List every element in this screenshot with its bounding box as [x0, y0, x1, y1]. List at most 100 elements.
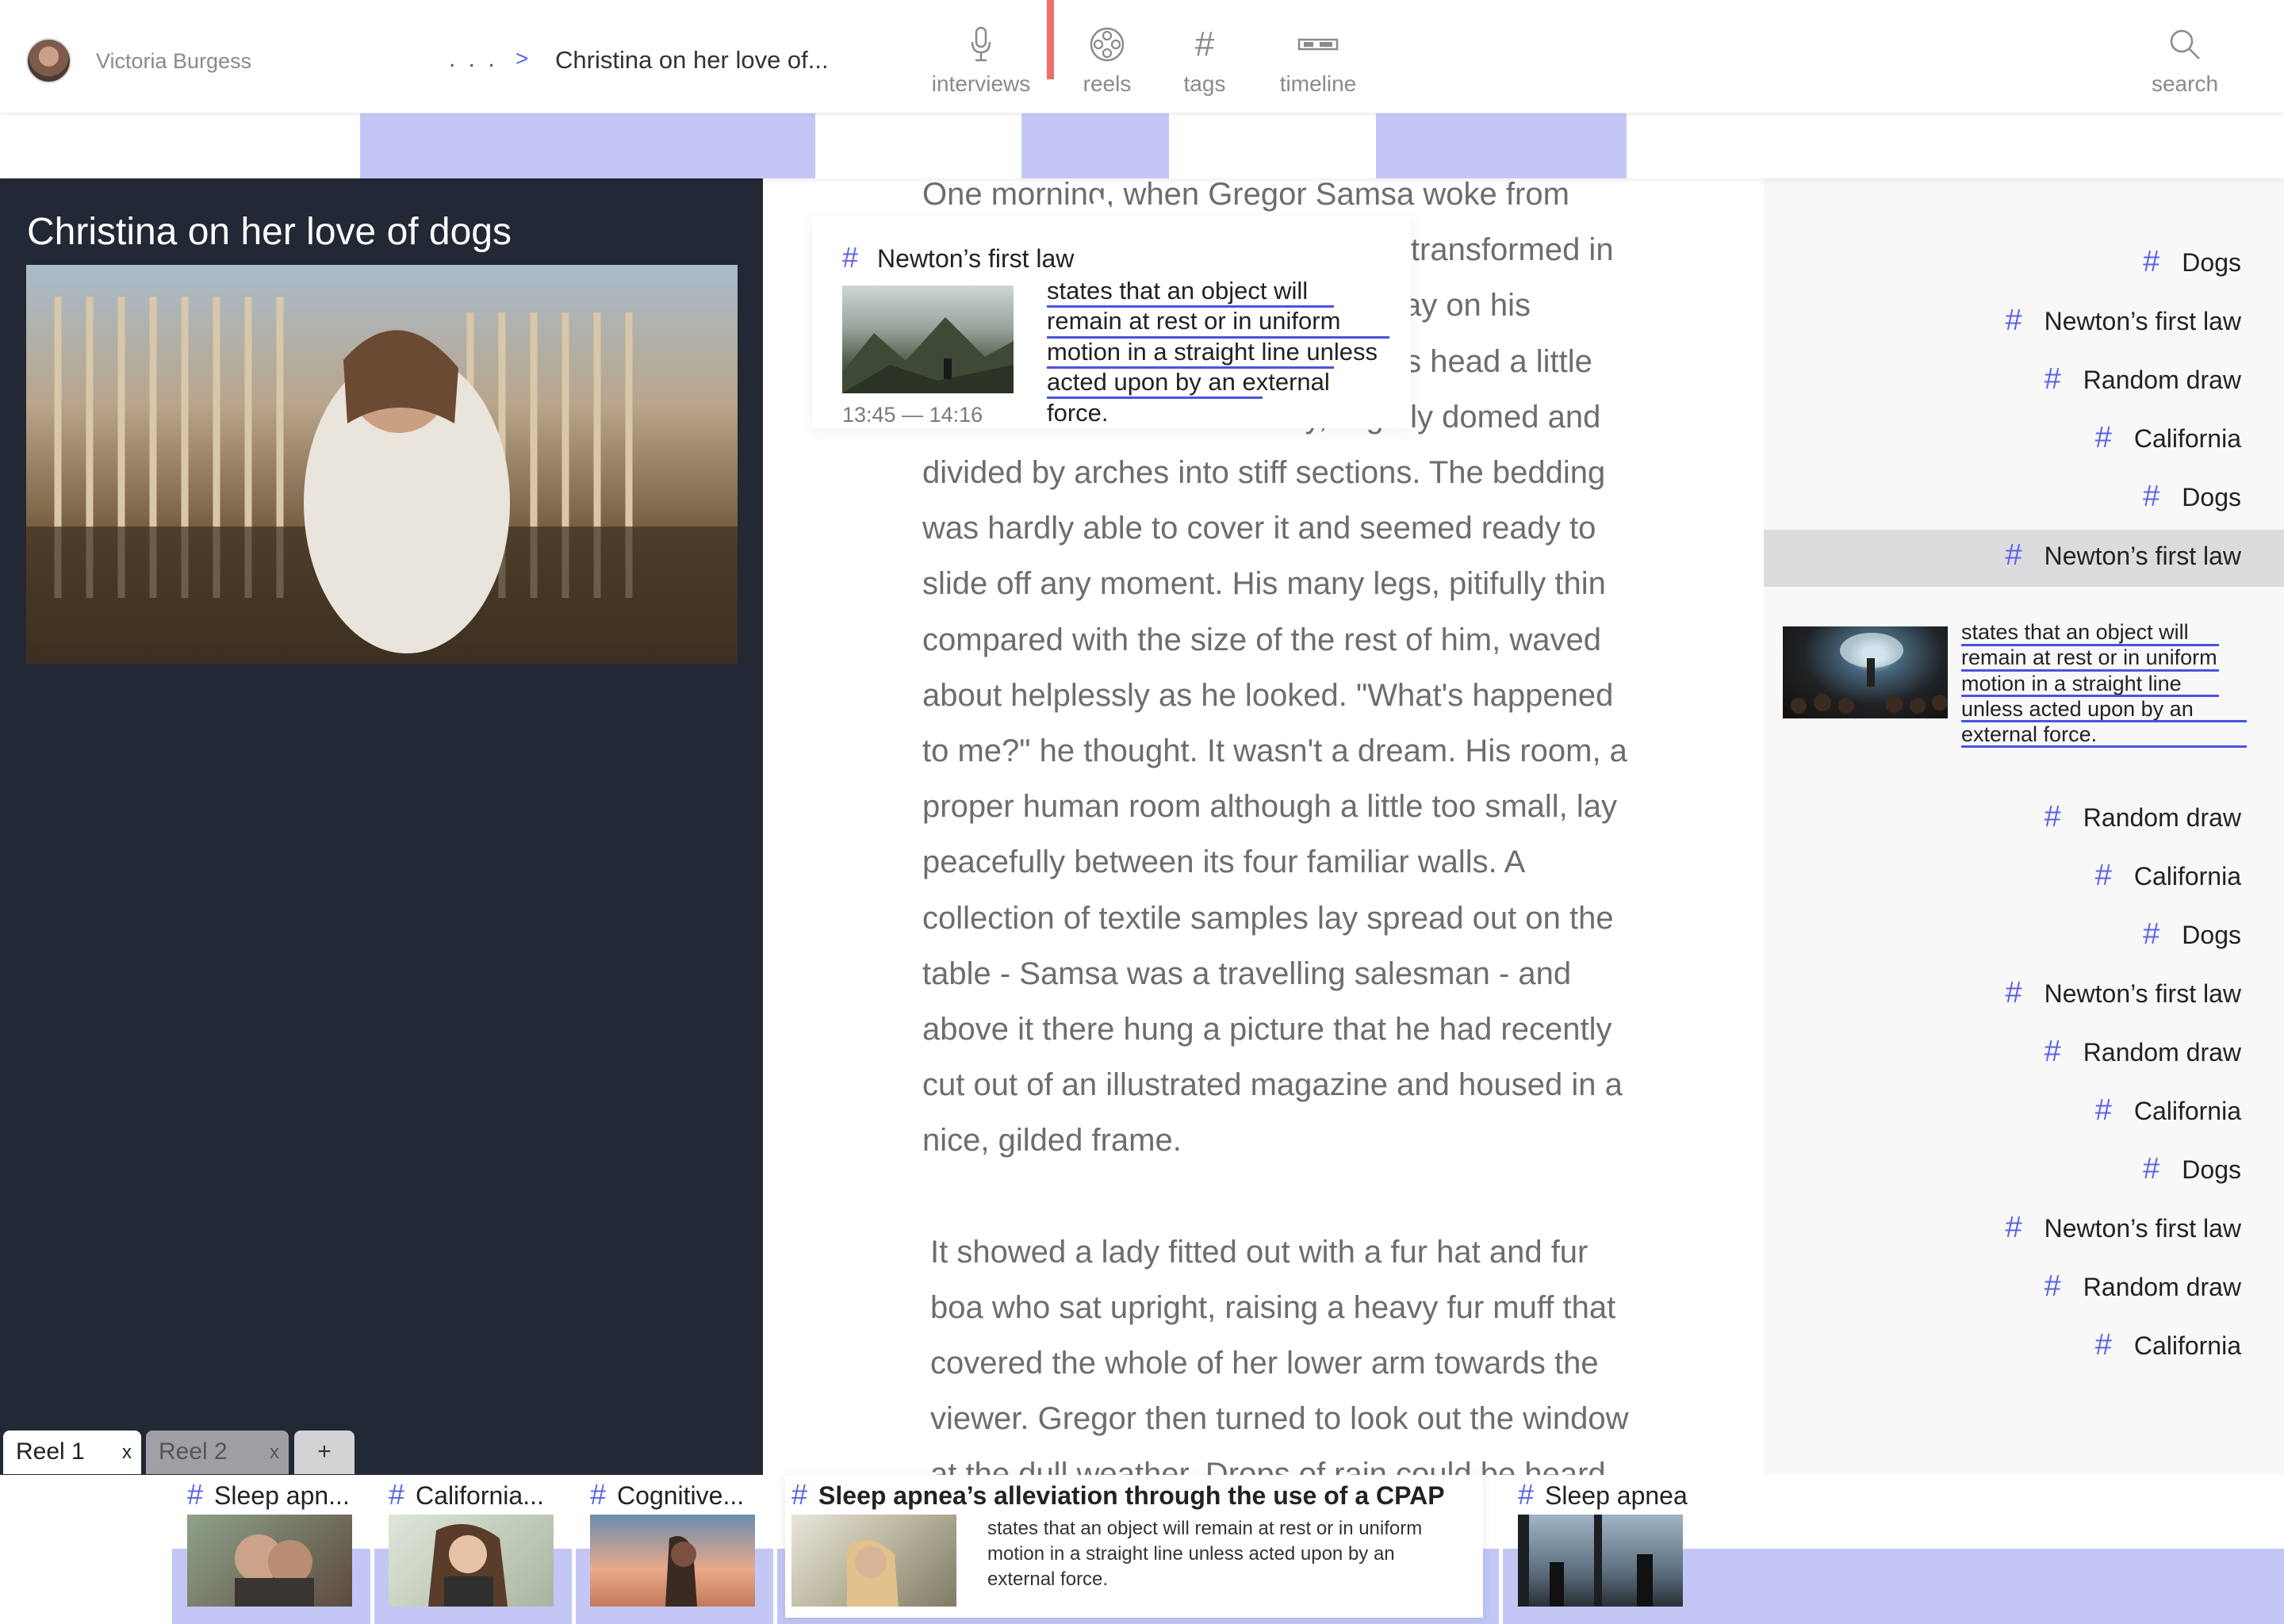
tag-item[interactable]: # California [2095, 1328, 2241, 1362]
tag-item[interactable]: # California [2095, 1094, 2241, 1128]
nav-timeline[interactable]: timeline [1270, 22, 1366, 97]
highlight-underline [1047, 396, 1263, 399]
tag-clip-quote: states that an object will remain at res… [1961, 620, 2217, 747]
highlight-underline [1047, 336, 1389, 339]
search-button[interactable]: search [2141, 22, 2228, 97]
highlight-underline [1047, 366, 1334, 369]
clip-timeline-strip[interactable] [0, 113, 2284, 178]
tag-item[interactable]: # Random draw [2044, 362, 2241, 396]
reel-clip-label[interactable]: # Sleep apnea [1518, 1478, 1688, 1511]
tag-label: California [2133, 1097, 2241, 1125]
tag-item[interactable]: # Random draw [2044, 1035, 2241, 1069]
highlight-underline [1961, 669, 2219, 672]
timeline-segment[interactable] [1021, 113, 1169, 178]
segment-divider [1499, 1549, 1503, 1624]
nav-interviews[interactable]: interviews [929, 22, 1033, 97]
popup-quote: states that an object will remain at res… [1047, 277, 1378, 427]
reel-clip-thumbnail[interactable] [791, 1515, 956, 1607]
tag-label: Random draw [2083, 803, 2241, 832]
highlight-underline [1961, 695, 2219, 697]
reel-clip-thumbnail[interactable] [187, 1515, 352, 1607]
popup-tag-label: Newton’s first law [877, 244, 1075, 273]
hash-icon: # [187, 1478, 204, 1511]
timeline-segment[interactable] [360, 113, 815, 178]
reel-clip-thumbnail[interactable] [389, 1515, 554, 1607]
reel-clip-title: California... [416, 1481, 544, 1510]
hash-icon: # [2044, 362, 2061, 396]
hash-icon: # [1194, 25, 1215, 63]
hash-icon: # [2005, 304, 2022, 337]
timeline-icon [1270, 22, 1366, 67]
hash-icon: # [1518, 1478, 1535, 1511]
clip-title: Christina on her love of dogs [27, 211, 512, 253]
tag-item[interactable]: # Dogs [2143, 1152, 2241, 1186]
tag-label: Random draw [2083, 366, 2241, 394]
hash-icon: # [2143, 1152, 2160, 1185]
hash-icon: # [2143, 245, 2160, 278]
tag-label: Newton’s first law [2044, 307, 2241, 335]
avatar[interactable] [26, 38, 71, 83]
hash-icon: # [842, 241, 859, 274]
popup-thumbnail[interactable] [842, 285, 1014, 393]
hash-icon: # [590, 1478, 607, 1511]
tag-panel: # Dogs # Newton’s first law # Random draw #… [1764, 178, 2284, 1479]
popup-timestamp: 13:45 — 14:16 [842, 403, 983, 427]
tag-item[interactable]: # Random draw [2044, 1270, 2241, 1304]
reel-clip-label[interactable]: # Sleep apn... [187, 1478, 350, 1511]
popup-tag[interactable]: # Newton’s first law [842, 241, 1074, 274]
highlight-underline [1961, 720, 2247, 722]
tag-label: Dogs [2182, 248, 2241, 277]
tag-item[interactable]: # Newton’s first law [2005, 976, 2241, 1010]
search-label: search [2151, 71, 2219, 96]
segment-divider [773, 1549, 777, 1624]
tag-item-selected[interactable]: # Newton’s first law [2005, 538, 2241, 573]
clip-video-frame[interactable] [26, 265, 738, 664]
reel-clip-label[interactable]: # Cognitive... [590, 1478, 744, 1511]
reel-tab-2[interactable]: Reel 2 x [146, 1431, 289, 1474]
tag-item[interactable]: # Newton’s first law [2005, 304, 2241, 338]
tag-label: California [2133, 424, 2241, 453]
close-icon[interactable]: x [122, 1442, 132, 1464]
reel-clip-title: Sleep apnea’s alleviation through the us… [818, 1481, 1445, 1510]
tag-item[interactable]: # Random draw [2044, 800, 2241, 834]
reel-clip-label[interactable]: # Sleep apnea’s alleviation through the u… [791, 1478, 1445, 1511]
tag-popup[interactable]: # Newton’s first law 13:45 — 14:16 states… [812, 216, 1411, 428]
tag-clip-thumbnail[interactable] [1783, 626, 1948, 718]
close-icon[interactable]: x [270, 1442, 279, 1464]
nav-reels[interactable]: reels [1075, 22, 1139, 97]
hash-icon: # [2094, 859, 2112, 892]
hash-icon: # [2044, 1270, 2061, 1303]
hash-icon: # [389, 1478, 405, 1511]
tag-label: Random draw [2083, 1273, 2241, 1301]
tag-item[interactable]: # Dogs [2143, 245, 2241, 279]
playhead-marker[interactable] [1047, 0, 1054, 79]
tag-item[interactable]: # California [2095, 421, 2241, 455]
reel-clip-label[interactable]: # California... [389, 1478, 544, 1511]
user-name[interactable]: Victoria Burgess [96, 49, 251, 74]
segment-divider [572, 1549, 576, 1624]
app-root: Victoria Burgess . . . > Christina on he… [0, 0, 2284, 1624]
tag-label: Newton’s first law [2044, 1214, 2241, 1243]
reel-clip-description: states that an object will remain at res… [987, 1518, 1423, 1590]
transcript-paragraph[interactable]: It showed a lady fitted out with a fur h… [922, 1224, 1636, 1475]
tag-label: Random draw [2083, 1038, 2241, 1067]
tag-item[interactable]: # Dogs [2143, 917, 2241, 952]
hash-icon: # [2005, 976, 2022, 1009]
reel-clip-thumbnail[interactable] [1518, 1515, 1683, 1607]
tag-item[interactable]: # Newton’s first law [2005, 1211, 2241, 1245]
reel-timeline: # Sleep apn... # California... # Cognitive.… [0, 1475, 2284, 1624]
microphone-icon [929, 22, 1033, 67]
tag-label: California [2133, 1331, 2241, 1360]
nav-reels-label: reels [1083, 71, 1132, 96]
timeline-segment[interactable] [1376, 113, 1627, 178]
nav-tags[interactable]: # tags [1177, 22, 1232, 97]
breadcrumb-current[interactable]: Christina on her love of... [555, 46, 829, 75]
reel-tab-1[interactable]: Reel 1 x [3, 1431, 141, 1474]
add-reel-button[interactable]: + [294, 1431, 354, 1474]
breadcrumb-ellipsis[interactable]: . . . [449, 46, 498, 73]
tag-label: Dogs [2182, 1155, 2241, 1184]
tag-item[interactable]: # Dogs [2143, 480, 2241, 514]
reel-clip-thumbnail[interactable] [590, 1515, 755, 1607]
tag-item[interactable]: # California [2095, 859, 2241, 893]
hash-icon: # [2094, 421, 2112, 454]
